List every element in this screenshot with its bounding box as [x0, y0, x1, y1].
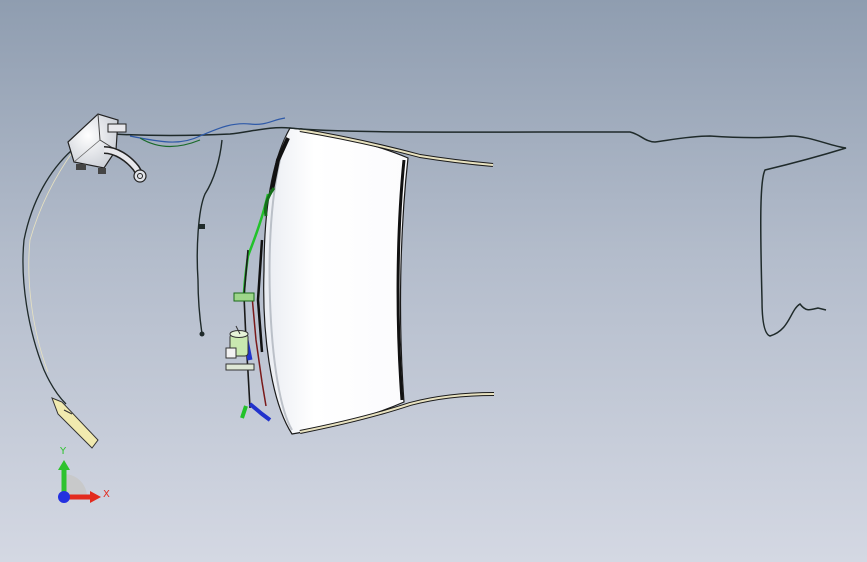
left-long-hose	[22, 149, 73, 405]
hood-shell	[263, 127, 409, 435]
triad-y-label: Y	[59, 446, 67, 457]
coordinate-triad[interactable]: Y X	[58, 446, 110, 503]
linkage-bracket-upper	[233, 292, 255, 302]
graphics-viewport[interactable]: Y X	[0, 0, 867, 562]
hose-drop	[196, 139, 223, 335]
hood-panel[interactable]	[256, 127, 495, 435]
wiper-motor[interactable]	[225, 325, 249, 359]
hood-left-rib	[256, 239, 264, 353]
motor-mount	[225, 363, 255, 371]
filler-cap	[133, 169, 147, 183]
triad-x-label: X	[103, 489, 110, 500]
washer-hose[interactable]	[22, 117, 847, 405]
pivot-arm	[248, 402, 272, 422]
washer-reservoir[interactable]	[67, 113, 147, 183]
triad-z-axis	[58, 491, 70, 503]
cad-model-view[interactable]: Y X	[0, 0, 867, 562]
guide-strip[interactable]	[51, 397, 99, 449]
